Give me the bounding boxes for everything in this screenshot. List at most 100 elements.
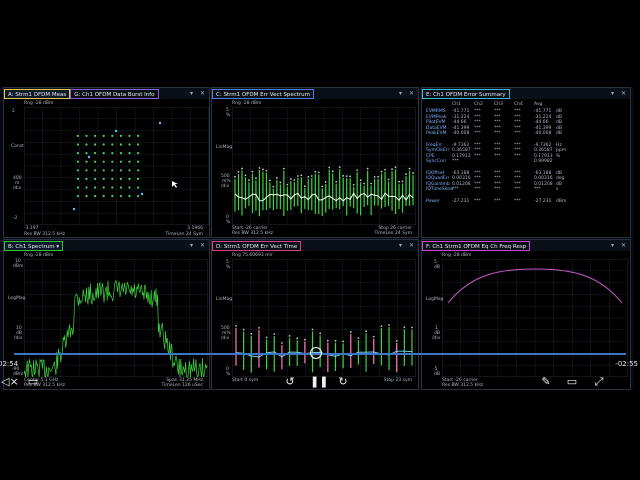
error-peak-marker [241,167,243,170]
error-peak-marker [281,342,283,344]
tab-eq-ch-freq-resp[interactable]: F: Ch1 Strm1 OFDM Eq Ch Freq Resp [422,240,531,251]
error-peak-marker [300,174,303,177]
error-peak-marker [242,328,245,331]
row-label: SymClkErr [426,148,450,154]
tab-ofdm-error-summary[interactable]: E: Ch1 OFDM Error Summary [422,88,510,99]
freq-resp-canvas[interactable] [442,259,628,377]
error-peak-marker [387,178,390,181]
tab-err-vect-spectrum[interactable]: C: Strm1 OFDM Err Vect Spectrum [212,88,315,99]
pane-close-button[interactable]: ✕ [409,240,414,251]
tab-err-vect-time[interactable]: D: Strm1 OFDM Err Vect Time [212,240,302,251]
volume-icon[interactable]: ◁× [1,376,19,387]
error-peak-marker [258,326,260,329]
constellation-canvas[interactable] [24,107,209,225]
constellation-point [76,134,79,137]
table-cell: 0.36587 [452,148,471,154]
table-cell: *** [494,142,501,148]
pane-menu-button[interactable]: ▾ [190,240,193,251]
table-cell: *** [514,170,521,176]
unit-label: dB [556,114,562,120]
pane-menu-button[interactable]: ▾ [399,88,402,99]
pane-menu-button[interactable]: ▾ [190,88,193,99]
y-label: % [226,265,231,270]
pane-close-button[interactable]: ✕ [621,240,626,251]
y-label: % [226,113,231,118]
error-peak-marker [328,166,331,169]
error-peak-marker [365,330,367,333]
error-peak-marker [377,175,379,178]
error-peak-marker [338,166,341,169]
error-peak-marker [275,177,278,179]
constellation-point [85,160,88,163]
table-cell: -40.008 [452,131,470,137]
forward-30-icon[interactable]: ↻ [337,376,349,387]
err-vect-time-canvas[interactable] [232,259,416,377]
tab-strm1-ofdm-meas[interactable]: A: Strm1 OFDM Meas [4,88,71,99]
pause-icon[interactable]: ❚❚ [310,376,328,387]
range-label: Rng -28 dBm [232,101,262,106]
constellation-point [128,160,131,163]
tab-ofdm-data-burst-info[interactable]: G: Ch1 OFDM Data Burst Info [70,88,159,99]
y-label: /div [432,336,441,341]
y-label: dB [434,265,440,270]
error-peak-marker [401,180,404,183]
constellation-point [128,152,131,155]
error-peak-marker [317,171,320,174]
constellation-point [85,195,88,198]
constellation-point [85,169,88,172]
error-peak-marker [289,178,292,180]
pane-close-button[interactable]: ✕ [621,88,626,99]
spectrum-canvas[interactable] [24,259,208,377]
error-peak-marker [373,175,376,178]
table-cell: *** [494,148,501,154]
column-header: Avg [534,102,543,107]
error-peak-marker [269,179,271,182]
row-label: PeakEVM [426,131,447,137]
pane-menu-button[interactable]: ▾ [611,88,614,99]
error-peak-marker [357,337,360,340]
captions-icon[interactable]: ▭ [27,376,39,387]
seek-handle[interactable] [310,347,322,359]
fullscreen-icon[interactable]: ⤢ [593,376,605,387]
constellation-point [119,152,122,155]
constellation-point [85,134,88,137]
pane-err-vect-spectrum: C: Strm1 OFDM Err Vect Spectrum ▾ ✕ Rng … [211,87,419,238]
error-peak-marker [250,332,253,335]
pane-constellation: A: Strm1 OFDM Meas G: Ch1 OFDM Data Burs… [3,87,210,238]
pilot-point [87,155,91,159]
table-cell: *** [494,114,501,120]
constellation-point [76,195,79,198]
pane-err-vect-time: D: Strm1 OFDM Err Vect Time ▾ ✕ Rng 75.6… [211,239,419,390]
pane-menu-button[interactable]: ▾ [611,240,614,251]
table-cell: *** [494,198,501,204]
error-peak-marker [293,179,296,181]
table-cell: 0.99982 [534,159,553,165]
pen-icon[interactable]: ✎ [540,376,552,387]
y-label: % [226,372,231,377]
pane-eq-ch-freq-resp: F: Ch1 Strm1 OFDM Eq Ch Freq Resp ▾ ✕ Rn… [421,239,631,390]
error-peak-marker [282,167,285,170]
error-peak-marker [326,339,329,342]
pane-close-button[interactable]: ✕ [200,88,205,99]
constellation-point [111,152,114,155]
error-peak-marker [319,332,322,335]
pane-menu-button[interactable]: ▾ [399,240,402,251]
res-bw-label: Res BW 312.5 kHz [24,232,65,237]
miniplayer-icon[interactable]: ▭ [566,376,578,387]
table-cell: *** [494,153,501,159]
error-peak-marker [408,167,411,170]
eq-ch-freq-resp-plot: Rng -28 dBm 5 dB LogMag 1 dB /div -5 dB … [422,251,630,389]
pane-close-button[interactable]: ✕ [409,88,414,99]
table-cell: -9.7362 [452,142,470,148]
pane-close-button[interactable]: ✕ [200,240,205,251]
table-cell: *** [514,148,521,154]
rewind-10-icon[interactable]: ↺ [284,376,296,387]
error-peak-marker [265,169,268,172]
mouse-cursor-icon [172,181,178,188]
row-label: EVMRMS [426,109,446,114]
tab-ch1-spectrum[interactable]: B: Ch1 Spectrum ▾ [4,240,64,251]
err-vect-spectrum-canvas[interactable] [232,107,416,225]
constellation-point [128,177,131,180]
column-header: Ch2 [474,102,483,107]
y-label: /div [221,184,230,189]
